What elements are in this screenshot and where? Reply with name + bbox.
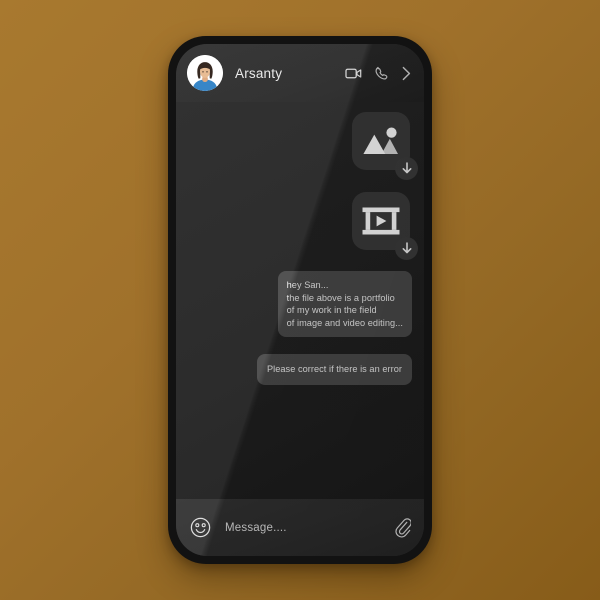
message-input-bar: Message.... xyxy=(176,499,424,556)
video-placeholder-icon xyxy=(362,207,400,235)
paperclip-icon[interactable] xyxy=(395,517,412,538)
person-avatar-icon xyxy=(187,55,223,91)
canvas: Arsanty hey San... the file above is a p… xyxy=(0,0,600,600)
smiley-face-icon[interactable] xyxy=(190,517,211,538)
phone-handset-icon[interactable] xyxy=(375,66,388,80)
image-placeholder-icon xyxy=(363,127,398,154)
contact-name: Arsanty xyxy=(235,65,283,81)
avatar[interactable] xyxy=(187,55,223,91)
phone-device-frame: Arsanty hey San... the file above is a p… xyxy=(168,36,432,564)
chevron-right-icon[interactable] xyxy=(401,66,412,81)
message-input-placeholder[interactable]: Message.... xyxy=(225,522,395,534)
download-badge[interactable] xyxy=(395,157,418,180)
chat-message-list: hey San... the file above is a portfolio… xyxy=(176,102,424,499)
download-badge[interactable] xyxy=(395,237,418,260)
download-arrow-icon xyxy=(402,162,411,174)
video-camera-icon[interactable] xyxy=(345,67,362,80)
attachment-video[interactable] xyxy=(352,192,418,260)
message-bubble[interactable]: Please correct if there is an error xyxy=(256,354,412,385)
download-arrow-icon xyxy=(402,242,411,254)
header-actions xyxy=(345,66,412,81)
chat-header: Arsanty xyxy=(176,44,424,102)
phone-screen: Arsanty hey San... the file above is a p… xyxy=(176,44,424,556)
message-bubble[interactable]: hey San... the file above is a portfolio… xyxy=(277,271,412,338)
attachment-image[interactable] xyxy=(352,112,418,180)
